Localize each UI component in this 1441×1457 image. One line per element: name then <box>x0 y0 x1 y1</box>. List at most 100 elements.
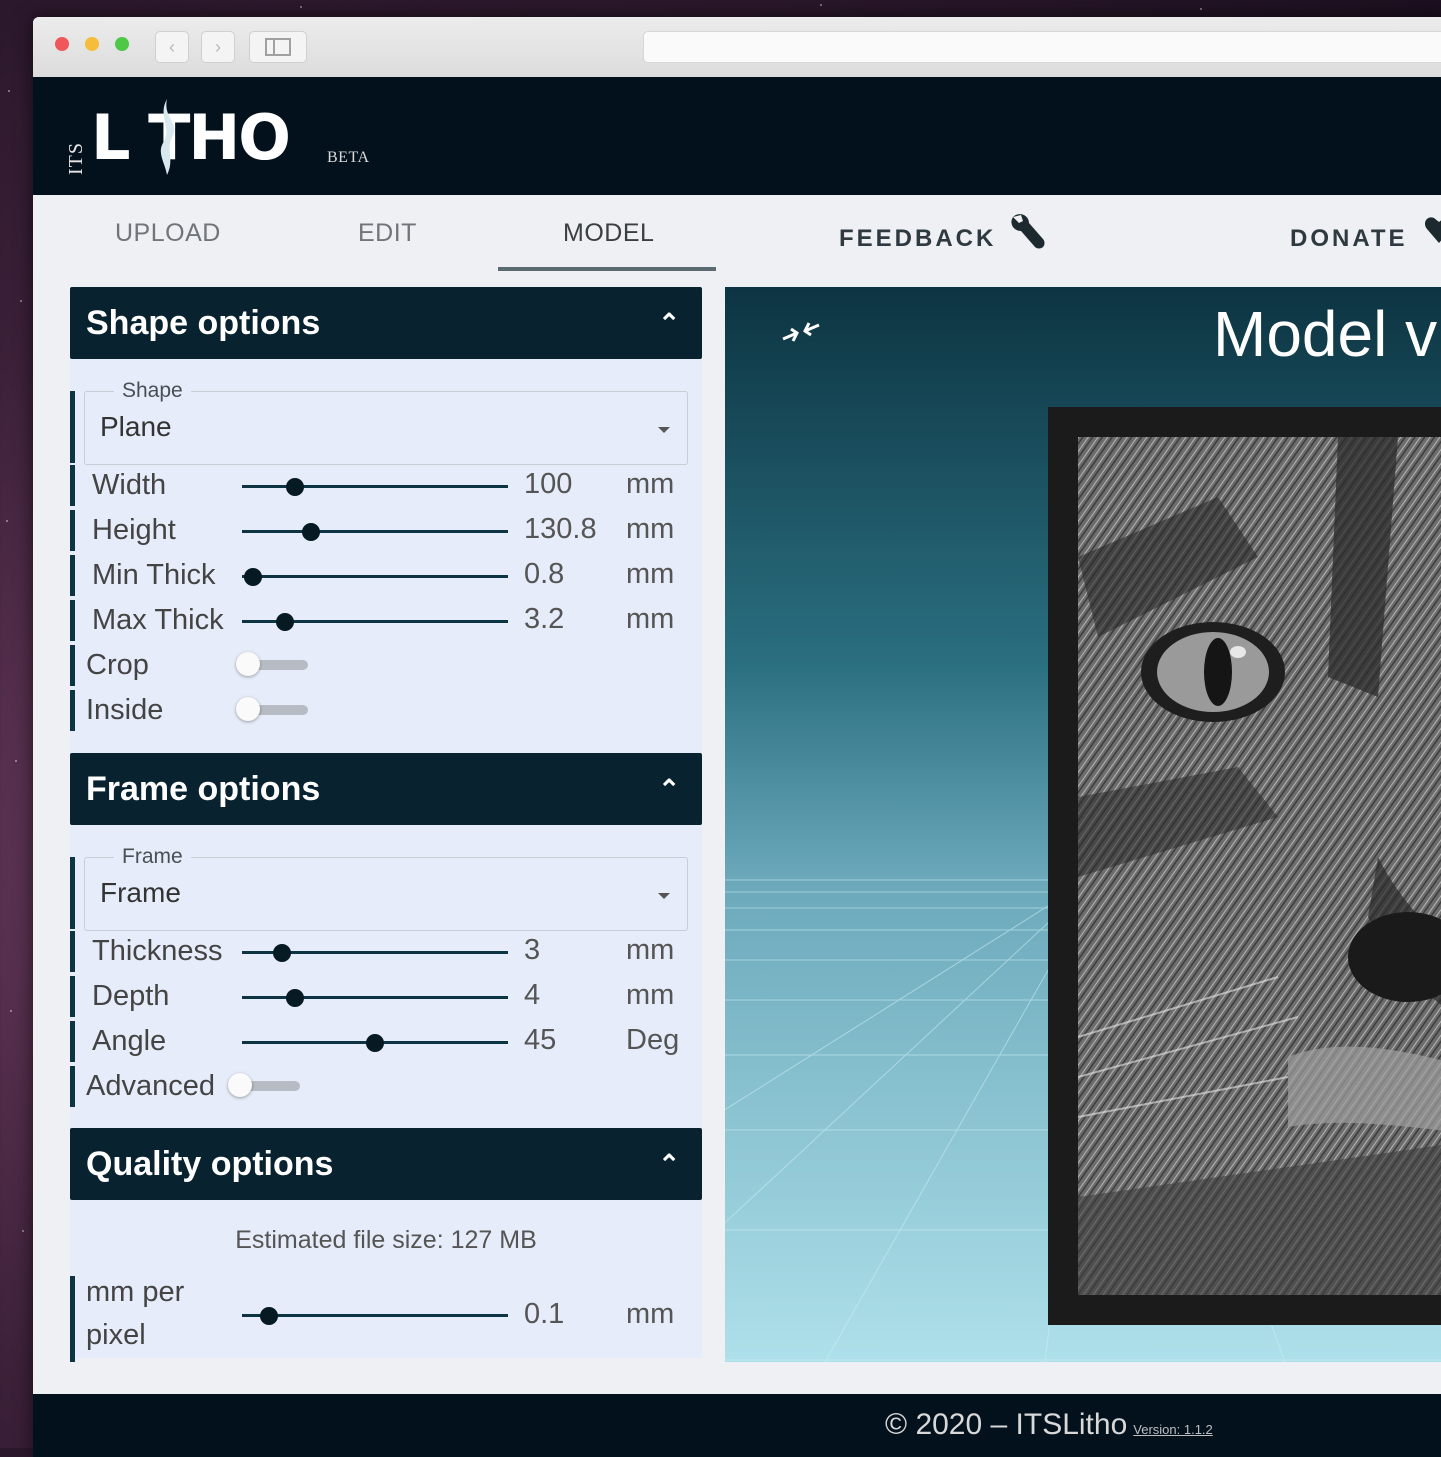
quality-options-header[interactable]: Quality options ⌃ <box>70 1128 702 1200</box>
width-slider[interactable] <box>242 478 508 496</box>
toggle-knob[interactable] <box>236 652 260 676</box>
donate-link[interactable]: DONATE <box>1290 217 1441 253</box>
shape-options-title: Shape options <box>86 304 321 342</box>
shape-options-panel: Shape Plane Width 100 mm Height 130.8 mm Min T… <box>70 359 702 753</box>
shape-select-value: Plane <box>100 411 172 442</box>
max-thick-slider[interactable] <box>242 613 508 631</box>
slider-thumb[interactable] <box>272 944 291 962</box>
thickness-unit: mm <box>626 934 675 966</box>
min-thick-value: 0.8 <box>524 558 565 590</box>
close-window-button[interactable] <box>55 37 69 51</box>
feedback-link[interactable]: FEEDBACK <box>839 214 1045 253</box>
depth-row: Depth 4 mm <box>70 974 702 1019</box>
estimated-file-size: Estimated file size: 127 MB <box>235 1226 537 1254</box>
height-slider[interactable] <box>242 523 508 541</box>
tab-bar: UPLOAD EDIT MODEL FEEDBACK DONATE <box>33 195 1441 287</box>
angle-unit: Deg <box>626 1024 680 1056</box>
forward-button[interactable]: › <box>201 31 235 63</box>
depth-slider[interactable] <box>242 989 508 1007</box>
slider-thumb[interactable] <box>302 523 321 541</box>
footer-copyright-text: © 2020 – ITSLitho <box>885 1408 1128 1441</box>
shape-select-label: Shape <box>114 379 191 403</box>
depth-label: Depth <box>92 980 170 1012</box>
width-row: Width 100 mm <box>70 463 702 508</box>
angle-slider[interactable] <box>242 1034 508 1052</box>
height-label: Height <box>92 514 176 546</box>
footer-version-link[interactable]: Version: 1.1.2 <box>1133 1422 1213 1437</box>
slider-thumb[interactable] <box>259 1307 278 1325</box>
crop-toggle[interactable] <box>236 652 308 676</box>
slider-thumb[interactable] <box>275 613 294 631</box>
min-thick-label: Min Thick <box>92 559 216 591</box>
mm-per-pixel-label-line1: mm per <box>86 1276 185 1308</box>
mm-per-pixel-row: mm per pixel 0.1 mm <box>70 1274 702 1364</box>
quality-options-panel: Estimated file size: 127 MB mm per pixel… <box>70 1200 702 1362</box>
width-label: Width <box>92 469 167 501</box>
shape-select[interactable]: Shape Plane <box>70 359 688 465</box>
inside-toggle[interactable] <box>236 697 308 721</box>
tab-model[interactable]: MODEL <box>563 219 654 248</box>
field-accent <box>70 555 75 596</box>
slider-thumb[interactable] <box>286 989 305 1007</box>
heart-icon <box>1425 217 1441 243</box>
field-accent <box>70 465 75 506</box>
frame-select-value: Frame <box>100 877 181 908</box>
address-bar[interactable] <box>643 31 1441 63</box>
slider-thumb[interactable] <box>243 568 262 586</box>
tab-upload[interactable]: UPLOAD <box>115 219 221 248</box>
thickness-label: Thickness <box>92 935 223 967</box>
field-accent <box>70 690 75 731</box>
sidebar-toggle-button[interactable] <box>249 31 307 63</box>
dropdown-arrow-icon <box>658 427 670 433</box>
dropdown-arrow-icon <box>658 893 670 899</box>
field-accent <box>70 391 75 463</box>
depth-unit: mm <box>626 979 675 1011</box>
feedback-label: FEEDBACK <box>839 225 997 252</box>
mm-per-pixel-slider[interactable] <box>242 1307 508 1325</box>
shape-options-header[interactable]: Shape options ⌃ <box>70 287 702 359</box>
min-thick-unit: mm <box>626 558 675 590</box>
quality-options-title: Quality options <box>86 1145 334 1183</box>
advanced-label: Advanced <box>86 1070 215 1102</box>
browser-window: ‹ › ITS L THO BETA UPLOAD EDIT MODEL FEE… <box>33 17 1441 1457</box>
minimize-window-button[interactable] <box>85 37 99 51</box>
inside-label: Inside <box>86 694 164 726</box>
advanced-toggle[interactable] <box>228 1073 300 1097</box>
toggle-knob[interactable] <box>236 697 260 721</box>
model-viewer[interactable]: Model v <box>725 287 1441 1362</box>
thickness-value: 3 <box>524 934 541 966</box>
browser-titlebar: ‹ › <box>33 17 1441 77</box>
mm-per-pixel-label-line2: pixel <box>86 1319 146 1351</box>
height-row: Height 130.8 mm <box>70 508 702 553</box>
max-thick-unit: mm <box>626 603 675 635</box>
max-thick-value: 3.2 <box>524 603 565 635</box>
frame-options-title: Frame options <box>86 770 321 808</box>
crop-label: Crop <box>86 649 149 681</box>
mm-per-pixel-value: 0.1 <box>524 1298 565 1330</box>
options-sidebar: Shape options ⌃ Shape Plane Width 100 mm He… <box>70 287 702 1362</box>
width-unit: mm <box>626 468 675 500</box>
frame-select[interactable]: Frame Frame <box>70 825 688 931</box>
thickness-row: Thickness 3 mm <box>70 929 702 974</box>
collapse-panel-icon[interactable] <box>781 317 821 347</box>
min-thick-slider[interactable] <box>242 568 508 586</box>
active-tab-indicator <box>498 267 716 271</box>
sidebar-icon <box>265 38 291 56</box>
field-accent <box>70 1276 75 1362</box>
advanced-row: Advanced <box>70 1064 702 1109</box>
maximize-window-button[interactable] <box>115 37 129 51</box>
field-accent <box>70 600 75 641</box>
slider-thumb[interactable] <box>286 478 305 496</box>
lithophane-frame <box>1048 407 1441 1325</box>
back-button[interactable]: ‹ <box>155 31 189 63</box>
frame-options-header[interactable]: Frame options ⌃ <box>70 753 702 825</box>
inside-row: Inside <box>70 688 702 733</box>
field-accent <box>70 1021 75 1062</box>
slider-thumb[interactable] <box>366 1034 384 1052</box>
toggle-knob[interactable] <box>228 1073 252 1097</box>
tab-edit[interactable]: EDIT <box>358 219 417 248</box>
footer-copyright: © 2020 – ITSLitho Version: 1.1.2 <box>885 1408 1213 1442</box>
chevron-up-icon: ⌃ <box>658 1149 680 1179</box>
crop-row: Crop <box>70 643 702 688</box>
thickness-slider[interactable] <box>242 944 508 962</box>
